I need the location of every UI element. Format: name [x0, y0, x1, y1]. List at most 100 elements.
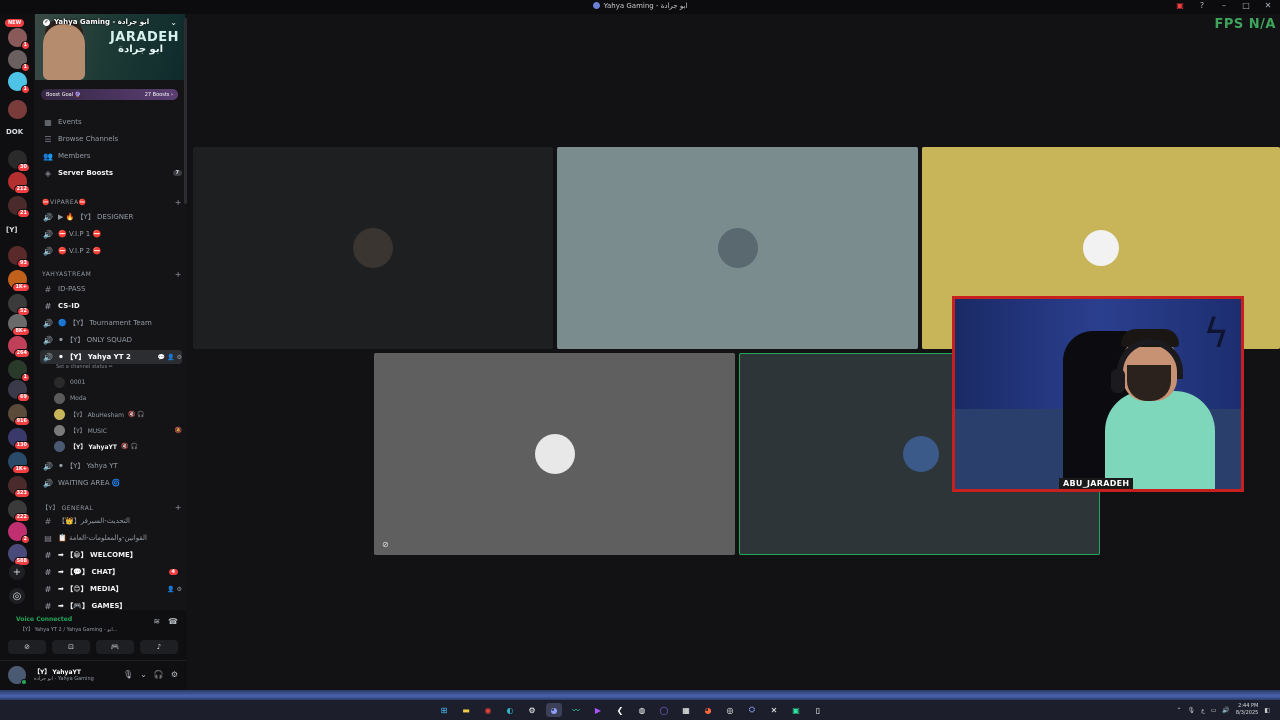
server-icon[interactable]: 1 — [8, 28, 30, 50]
server-icon[interactable]: 8K+ — [8, 314, 30, 336]
discord-icon[interactable]: ◕ — [546, 703, 562, 717]
participant-tile[interactable] — [193, 147, 553, 349]
chevron-down-icon[interactable]: ⌄ — [170, 18, 177, 27]
server-text-y[interactable]: [Y] — [6, 226, 17, 234]
steam-icon[interactable]: ⚙ — [524, 703, 540, 717]
language-icon[interactable]: ع — [1201, 707, 1205, 714]
user-avatar[interactable] — [8, 666, 27, 685]
channel-welcome[interactable]: # ➡ 【😀】 WELCOME】 — [40, 548, 182, 562]
server-icon[interactable]: 2 — [8, 522, 30, 544]
menu-events[interactable]: ▦ Events — [40, 115, 182, 129]
camera-button[interactable]: ⊘ — [8, 640, 46, 654]
notification-icon[interactable]: ◧ — [1264, 707, 1270, 714]
channel-chat[interactable]: # ➡ 【💬】 CHAT】 4 — [40, 565, 182, 579]
channel-waiting-area[interactable]: 🔊 WAITING AREA 🌀 — [40, 476, 182, 490]
server-icon[interactable]: 1 — [8, 50, 30, 72]
boost-goal-bar[interactable]: Boost Goal 🔮 27 Boosts › — [41, 89, 178, 100]
settings-gear-icon[interactable]: ⚙ — [171, 670, 178, 679]
menu-browse-channels[interactable]: ☰ Browse Channels — [40, 132, 182, 146]
channel-vip1[interactable]: 🔊 ⛔ V.I.P 1 ⛔ — [40, 227, 182, 241]
edge-icon[interactable]: ◐ — [502, 703, 518, 717]
channel-id-pass[interactable]: # ID-PASS — [40, 282, 182, 296]
server-banner[interactable]: JARADEH ابو جرادة ✓ Yahya Gaming - ابو جر… — [35, 14, 185, 80]
menu-server-boosts[interactable]: ◈ Server Boosts 7 — [40, 166, 182, 180]
server-icon[interactable]: 21 — [8, 196, 30, 218]
close-button[interactable]: ✕ — [1262, 1, 1274, 10]
maximize-button[interactable]: □ — [1240, 1, 1252, 10]
mic-icon[interactable]: 🎙 — [1187, 707, 1195, 714]
app-icon[interactable]: ◯ — [656, 703, 672, 717]
server-icon[interactable]: 212 — [8, 172, 30, 194]
screenshare-button[interactable]: ⊡ — [52, 640, 90, 654]
server-icon[interactable]: 222 — [8, 500, 30, 522]
channel-vip2[interactable]: 🔊 ⛔ V.I.P 2 ⛔ — [40, 244, 182, 258]
chevron-up-icon[interactable]: ⌃ — [1176, 707, 1181, 714]
soundboard-button[interactable]: ♪ — [140, 640, 178, 654]
channel-status-hint[interactable]: Set a channel status ✏ — [56, 364, 113, 370]
participant-tile[interactable]: ⊘ — [374, 353, 735, 555]
channel-games[interactable]: # ➡ 【🎮】 GAMES】 — [40, 599, 182, 611]
voice-location[interactable]: 【Y】 Yahya YT 2 / Yahya Gaming - ابو... — [20, 626, 118, 633]
server-icon[interactable]: 323 — [8, 476, 30, 498]
channel-ar-rules[interactable]: ▤ 📋 القوانين-والمعلومات-العامة — [40, 531, 182, 545]
voice-user[interactable]: 【Y】 AbuHesham 🔇 🎧 — [54, 407, 182, 422]
voice-user[interactable]: 【Y】 MUSIC 🔕 — [54, 423, 182, 438]
activity-button[interactable]: 🎮 — [96, 640, 134, 654]
plus-icon[interactable]: + — [175, 270, 182, 279]
voice-user[interactable]: 【Y】 YahyaYT 🔇 🎧 — [54, 439, 182, 454]
file-explorer-icon[interactable]: ▬ — [458, 703, 474, 717]
start-icon[interactable]: ⊞ — [436, 703, 452, 717]
channel-designer[interactable]: 🔊 ▶ 🔥 【Y】 DESIGNER — [40, 210, 182, 224]
category-vip[interactable]: ⛔VIPAREA⛔ + — [42, 196, 182, 208]
app-icon[interactable]: ▶ — [590, 703, 606, 717]
server-icon[interactable]: 1K+ — [8, 270, 30, 292]
disconnect-icon[interactable]: ☎ — [168, 617, 178, 626]
app-icon[interactable]: ❮ — [612, 703, 628, 717]
clock[interactable]: 2:44 PM 8/3/2025 — [1236, 703, 1258, 717]
app-icon[interactable]: ▦ — [678, 703, 694, 717]
server-icon[interactable]: 30 — [8, 150, 30, 172]
notepad-icon[interactable]: ▯ — [810, 703, 826, 717]
server-icon[interactable]: 916 — [8, 404, 30, 426]
server-icon[interactable]: 1 — [8, 72, 30, 94]
help-icon[interactable]: ? — [1196, 1, 1208, 10]
server-icon[interactable]: 69 — [8, 380, 30, 402]
inbox-icon[interactable]: ▣ — [1174, 1, 1186, 10]
channel-yahya-yt[interactable]: 🔊 ⚫ 【Y】 Yahya YT — [40, 459, 182, 473]
network-icon[interactable]: ▭ — [1211, 707, 1217, 714]
channel-yahya-yt2[interactable]: 🔊 ⚫ 【Y】 Yahya YT 2 💬 👤 ⚙ — [40, 350, 182, 364]
participant-tile[interactable] — [557, 147, 918, 349]
server-icon[interactable]: 264 — [8, 336, 30, 358]
app-icon[interactable]: ◎ — [722, 703, 738, 717]
server-icon[interactable]: 1K+ — [8, 452, 30, 474]
noise-suppression-icon[interactable]: ≋ — [153, 617, 160, 626]
voice-user[interactable]: 0001 — [54, 375, 182, 390]
server-icon[interactable]: 1 — [8, 360, 30, 382]
compass-icon[interactable]: ◎ — [9, 588, 25, 604]
category-general[interactable]: 【Y】 GENERAL + — [42, 501, 182, 513]
channel-cs-id[interactable]: # CS-ID — [40, 299, 182, 313]
menu-members[interactable]: 👥 Members — [40, 149, 182, 163]
steam-app-icon[interactable]: ⛭ — [744, 703, 760, 717]
user-name[interactable]: 【Y】 YahyaYT — [34, 667, 81, 676]
app-icon[interactable]: 〰 — [568, 703, 584, 717]
app-icon[interactable]: ◍ — [634, 703, 650, 717]
category-stream[interactable]: YAHYASTREAM + — [42, 268, 182, 280]
channel-ar-update[interactable]: # 【👑】التحديث-السيرفر — [40, 514, 182, 528]
voice-user[interactable]: Moda — [54, 391, 182, 406]
channel-media[interactable]: # ➡ 【😊】 MEDIA】 👤 ⚙ — [40, 582, 182, 596]
app-icon[interactable]: ◕ — [700, 703, 716, 717]
server-icon[interactable] — [8, 100, 27, 119]
microphone-icon[interactable]: 🎙 — [123, 670, 133, 679]
server-text-dok[interactable]: DOK — [6, 128, 23, 136]
server-name[interactable]: ✓ Yahya Gaming - ابو جرادة — [43, 18, 149, 26]
plus-icon[interactable]: + — [9, 564, 25, 580]
channel-actions[interactable]: 💬 👤 ⚙ — [158, 354, 183, 361]
minimize-button[interactable]: – — [1218, 1, 1230, 10]
server-icon[interactable]: 93 — [8, 246, 30, 268]
volume-icon[interactable]: 🔊 — [1222, 707, 1229, 714]
server-icon[interactable]: 130 — [8, 428, 30, 450]
channel-tournament[interactable]: 🔊 🔵 【Y】 Tournament Team — [40, 316, 182, 330]
channel-only-squad[interactable]: 🔊 ⚫ 【Y】 ONLY SQUAD — [40, 333, 182, 347]
app-icon[interactable]: ✕ — [766, 703, 782, 717]
